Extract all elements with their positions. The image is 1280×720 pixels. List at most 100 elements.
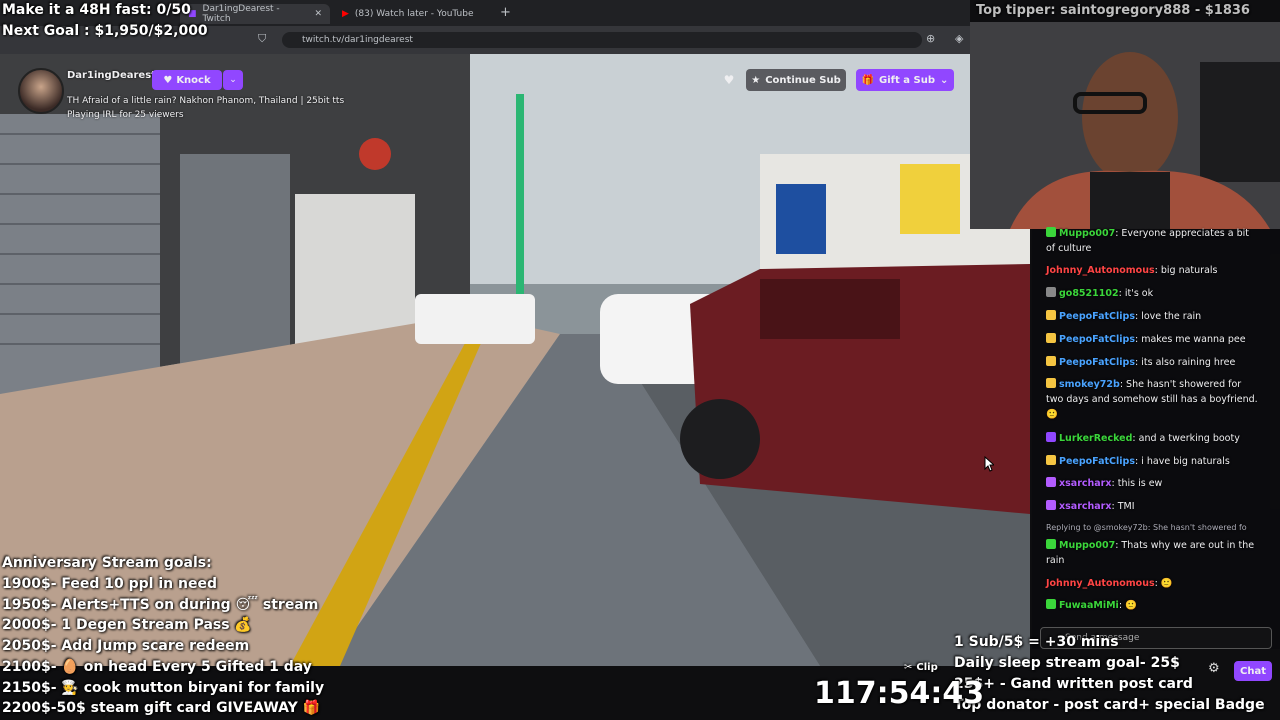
chat-message: go8521102: it's ok	[1046, 286, 1260, 301]
chat-message: Johnny_Autonomous: 🙂	[1046, 578, 1173, 589]
goal-line: 2000$- 1 Degen Stream Pass 💰	[2, 617, 252, 633]
clip-button[interactable]: ✂ Clip	[904, 662, 938, 673]
clip-label: Clip	[916, 662, 938, 673]
next-goal-text: Next Goal : $1,950/$2,000	[2, 23, 208, 39]
channel-avatar[interactable]	[18, 68, 64, 114]
chat-username[interactable]: Johnny_Autonomous	[1046, 265, 1155, 276]
badge-icon	[1046, 310, 1056, 320]
tab-label: (83) Watch later - YouTube	[354, 9, 474, 19]
chat-username[interactable]: xsarcharx	[1059, 478, 1112, 489]
chat-username[interactable]: PeepoFatClips	[1059, 334, 1135, 345]
chat-message: LurkerRecked: and a twerking booty	[1046, 431, 1260, 446]
badge-icon	[1046, 432, 1056, 442]
chat-username[interactable]: FuwaaMiMi	[1059, 600, 1119, 611]
chat-text: TMI	[1117, 501, 1135, 512]
chat-message: xsarcharx: this is ew	[1046, 476, 1260, 491]
zoom-icon[interactable]: ⊕	[926, 32, 935, 45]
emote-icon: 🙂	[1125, 600, 1137, 611]
anniversary-title: Anniversary Stream goals:	[2, 555, 212, 571]
knock-dropdown-button[interactable]: ⌄	[223, 70, 243, 90]
chat-text: it's ok	[1124, 288, 1154, 299]
tab-label: Dar1ingDearest - Twitch	[202, 4, 280, 24]
continue-sub-button[interactable]: ★ Continue Sub	[746, 69, 846, 91]
chat-text: big naturals	[1160, 265, 1218, 276]
tab-youtube[interactable]: ▶ (83) Watch later - YouTube	[334, 4, 484, 24]
gift-sub-button[interactable]: 🎁 Gift a Sub ⌄	[856, 69, 954, 91]
chat-username[interactable]: PeepoFatClips	[1059, 357, 1135, 368]
badge-icon	[1046, 500, 1056, 510]
chat-username[interactable]: Muppo007	[1059, 540, 1115, 551]
chat-text: this is ew	[1117, 478, 1163, 489]
tab-twitch[interactable]: ■ Dar1ingDearest - Twitch ✕	[180, 4, 330, 24]
stream-title: TH Afraid of a little rain? Nakhon Phano…	[67, 96, 345, 106]
stream-video[interactable]	[0, 54, 1030, 666]
chat-message: FuwaaMiMi: 🙂	[1046, 598, 1260, 613]
top-donator-text: Top donator - post card+ special Badge	[954, 697, 1265, 713]
follow-heart-icon[interactable]: ♥	[720, 70, 738, 90]
close-tab-icon[interactable]: ✕	[314, 9, 322, 19]
chat-username[interactable]: go8521102	[1059, 288, 1119, 299]
subathon-timer: 117:54:43	[814, 676, 985, 711]
goal-line: 2150$- 🧑‍🍳 cook mutton biryani for famil…	[2, 680, 325, 696]
chat-username[interactable]: LurkerRecked	[1059, 433, 1132, 444]
stream-info: TH Afraid of a little rain? Nakhon Phano…	[67, 94, 344, 122]
badge-icon	[1046, 455, 1056, 465]
chevron-down-icon: ⌄	[940, 74, 949, 86]
gift-sub-label: Gift a Sub	[879, 74, 936, 86]
chat-username[interactable]: Muppo007	[1059, 228, 1115, 239]
mouse-cursor-icon	[984, 456, 994, 472]
chat-reply-context[interactable]: Replying to @smokey72b: She hasn't showe…	[1046, 520, 1260, 535]
badge-icon	[1046, 333, 1056, 343]
chat-message: Johnny_Autonomous: big naturals	[1046, 265, 1218, 276]
badge-icon	[1046, 378, 1056, 388]
clip-icon: ✂	[904, 662, 913, 673]
chat-text: i have big naturals	[1141, 456, 1230, 467]
chat-text: and a twerking booty	[1138, 433, 1240, 444]
goal-line: 1950$- Alerts+TTS on during 😴 stream	[2, 597, 319, 613]
chat-send-button[interactable]: Chat	[1234, 661, 1272, 681]
channel-name[interactable]: Dar1ingDearest	[67, 70, 156, 81]
chat-message: Muppo007: Thats why we are out in the ra…	[1046, 539, 1255, 566]
street-scene	[0, 54, 1030, 666]
chevron-down-icon: ⌄	[229, 75, 237, 85]
knock-label: Knock	[176, 74, 211, 86]
chat-message: PeepoFatClips: i have big naturals	[1046, 454, 1260, 469]
chat-message: PeepoFatClips: makes me wanna pee	[1046, 332, 1260, 347]
sleep-goal-text: Daily sleep stream goal- 25$	[954, 655, 1180, 671]
fast-goal-text: Make it a 48H fast: 0/50	[2, 2, 191, 18]
emote-icon: 🙂	[1160, 578, 1173, 589]
goal-line: 2050$- Add Jump scare redeem	[2, 638, 250, 654]
chat-text: its also raining hree	[1141, 357, 1236, 368]
extension-icon[interactable]: ◈	[955, 32, 963, 45]
chat-message: PeepoFatClips: love the rain	[1046, 309, 1260, 324]
heart-icon: ♥	[163, 74, 173, 86]
chat-username[interactable]: smokey72b	[1059, 379, 1120, 390]
chat-username[interactable]: Johnny_Autonomous	[1046, 578, 1155, 589]
goal-line: 2100$- 🥚 on head Every 5 Gifted 1 day	[2, 659, 312, 675]
chat-message: xsarcharx: TMI	[1046, 499, 1260, 514]
chat-username[interactable]: xsarcharx	[1059, 501, 1112, 512]
star-icon: ★	[751, 74, 761, 86]
chat-message: PeepoFatClips: its also raining hree	[1046, 355, 1260, 370]
chat-settings-gear-icon[interactable]: ⚙	[1208, 661, 1220, 676]
badge-icon	[1046, 599, 1056, 609]
badge-icon	[1046, 356, 1056, 366]
continue-sub-label: Continue Sub	[765, 74, 841, 86]
bookmark-icon[interactable]: ⛉	[258, 32, 266, 46]
chat-text: makes me wanna pee	[1141, 334, 1246, 345]
new-tab-button[interactable]: +	[500, 5, 511, 20]
chat-message: Muppo007: Everyone appreciates a bit of …	[1046, 227, 1249, 254]
badge-icon	[1046, 227, 1056, 237]
url-field[interactable]: twitch.tv/dar1ingdearest	[282, 32, 922, 48]
stream-category[interactable]: Playing IRL for 25 viewers	[67, 108, 344, 122]
chat-username[interactable]: PeepoFatClips	[1059, 311, 1135, 322]
chat-username[interactable]: PeepoFatClips	[1059, 456, 1135, 467]
youtube-tab-icon: ▶	[342, 9, 349, 19]
url-text: twitch.tv/dar1ingdearest	[302, 35, 413, 45]
goal-line: 1900$- Feed 10 ppl in need	[2, 576, 217, 592]
sub-time-text: 1 Sub/5$ = +30 mins	[954, 634, 1119, 650]
badge-icon	[1046, 287, 1056, 297]
webcam-feed	[970, 22, 1280, 229]
knock-button[interactable]: ♥ Knock	[152, 70, 222, 90]
top-tipper-text: Top tipper: saintogregory888 - $1836	[976, 3, 1250, 18]
